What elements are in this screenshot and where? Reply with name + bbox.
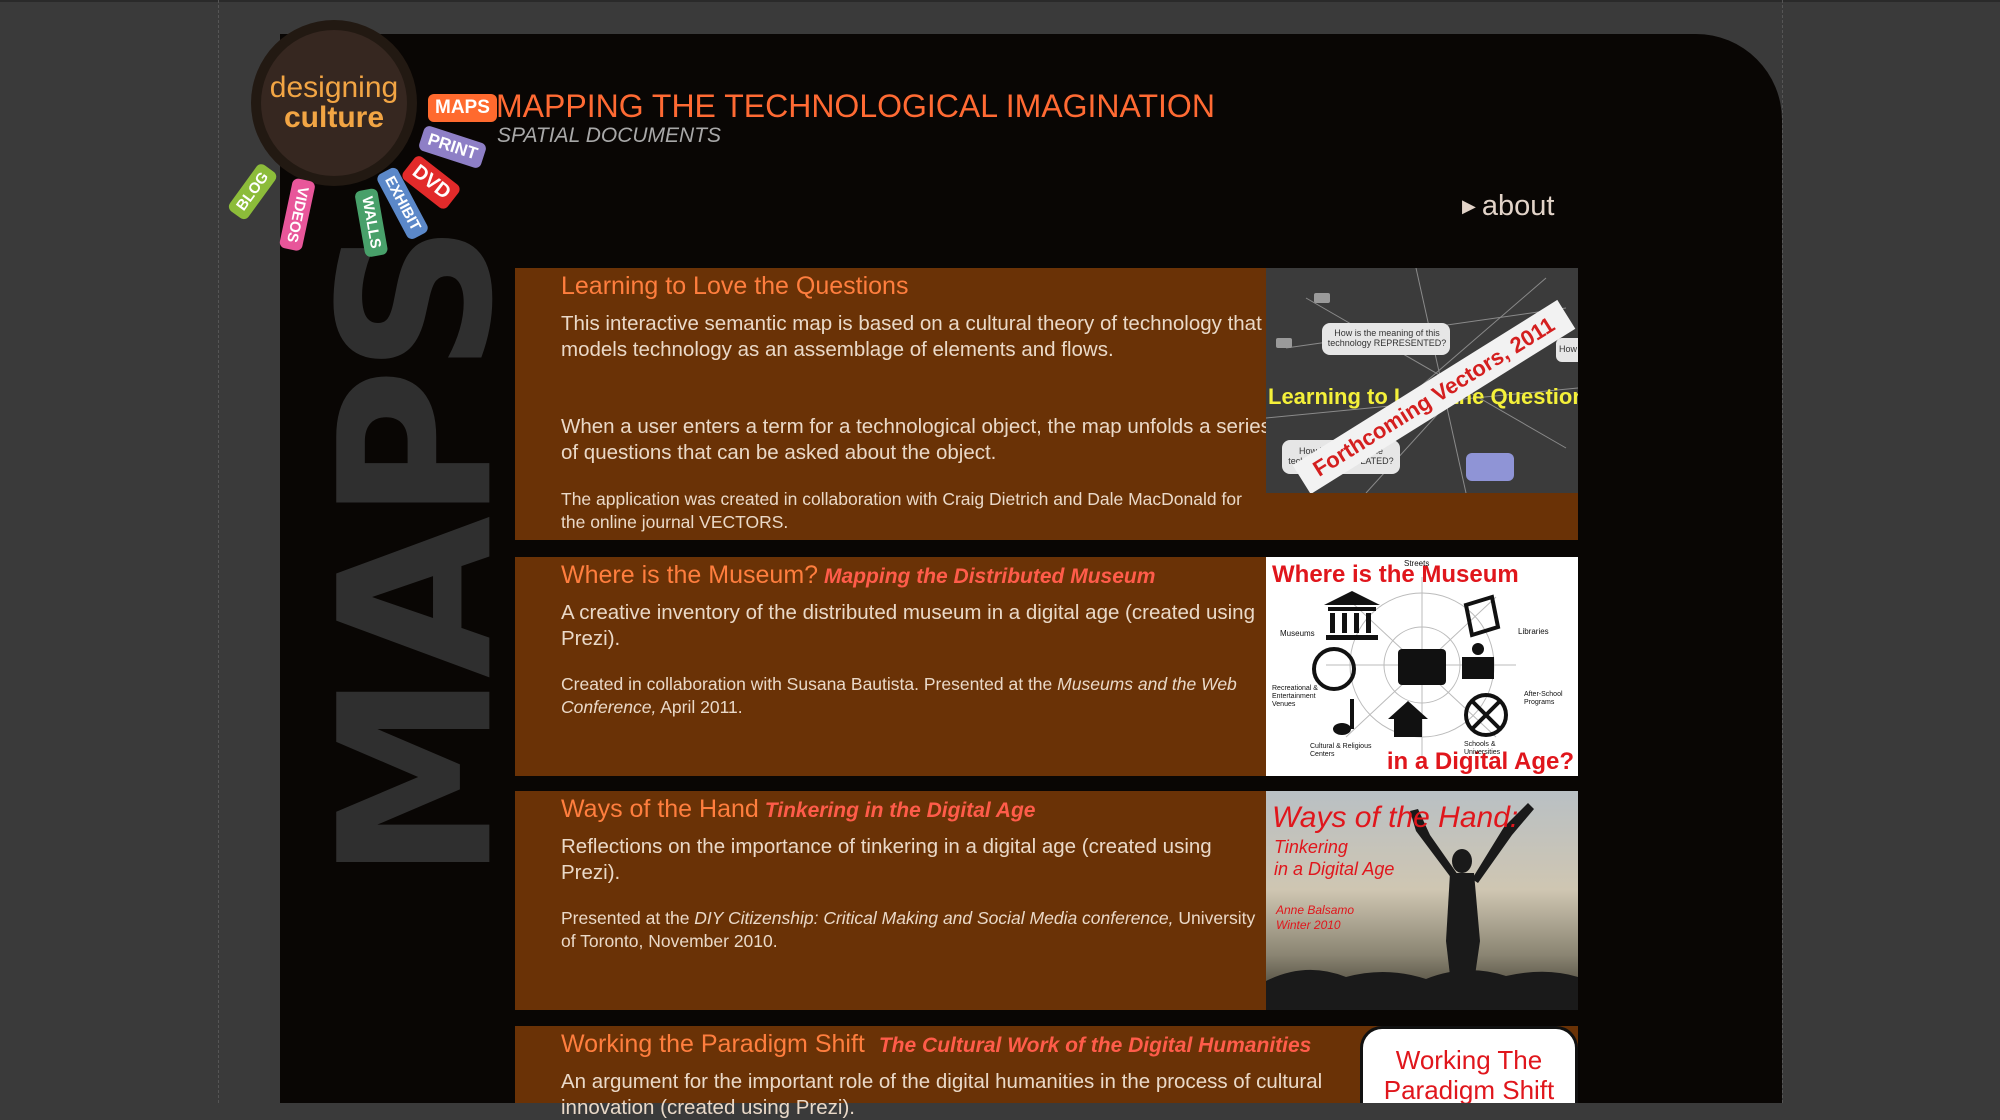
site-logo[interactable]: designing culture: [251, 20, 417, 186]
logo-inner: designing culture: [261, 30, 407, 176]
window-top-edge: [0, 0, 2000, 2]
thumb-bubble-text: How: [1559, 344, 1578, 354]
card-subtitle: The Cultural Work of the Digital Humanit…: [878, 1034, 1312, 1057]
map-card-paradigm-shift[interactable]: Working the Paradigm Shift The Cultural W…: [515, 1026, 1578, 1119]
map-card-learning[interactable]: Learning to Love the Questions This inte…: [515, 268, 1578, 540]
thumb-label: Recreational & Entertainment Venues: [1272, 685, 1318, 708]
thumb-label: Cultural & Religious Centers: [1310, 743, 1372, 758]
thumb-label: Libraries: [1518, 627, 1549, 636]
card-thumbnail[interactable]: How is the meaning of this technology RE…: [1266, 268, 1578, 493]
card-credits: The application was created in collabora…: [561, 489, 1242, 532]
card-credits: Presented at the DIY Citizenship: Critic…: [561, 908, 1256, 951]
thumb-label: Schools & Universities: [1464, 741, 1501, 756]
page-guide-left: [218, 0, 219, 1103]
page-title: MAPPING THE TECHNOLOGICAL IMAGINATION: [496, 88, 1215, 124]
thumb-subtitle: in a Digital Age: [1274, 859, 1395, 879]
triangle-right-icon: ▶: [1462, 196, 1476, 216]
map-card-ways-of-the-hand[interactable]: Ways of the Hand Tinkering in the Digital…: [515, 791, 1578, 1010]
thumb-author: Anne Balsamo: [1276, 903, 1355, 917]
card-thumbnail[interactable]: Ways of the Hand: Tinkering in a Digital…: [1266, 791, 1578, 1010]
card-thumbnail[interactable]: Where is the Museum in a Digital Age? St…: [1266, 557, 1578, 776]
card-subtitle: Mapping the Distributed Museum: [824, 565, 1156, 588]
section-side-label: MAPS: [294, 228, 539, 882]
about-link-label: about: [1481, 190, 1555, 222]
thumb-label: Museums: [1280, 629, 1315, 638]
page-guide-right: [1782, 0, 1783, 1103]
thumb-subtitle: Tinkering: [1274, 837, 1348, 857]
card-subtitle: Tinkering in the Digital Age: [764, 799, 1036, 822]
map-card-museum[interactable]: Where is the Museum? Mapping the Distribu…: [515, 557, 1578, 776]
thumb-label: Streets: [1404, 559, 1430, 568]
logo-line-designing: designing: [269, 71, 399, 104]
thumb-label: After-School Programs: [1524, 691, 1563, 706]
card-title[interactable]: Where is the Museum? Mapping the Distribu…: [561, 561, 1155, 590]
thumb-bubble-text: How is the meaning of this technology RE…: [1327, 328, 1447, 348]
thumb-title-top: Where is the Museum: [1272, 561, 1519, 588]
card-title[interactable]: Working the Paradigm Shift The Cultural W…: [561, 1030, 1311, 1059]
page-subtitle: SPATIAL DOCUMENTS: [497, 124, 722, 147]
card-title[interactable]: Ways of the Hand Tinkering in the Digital…: [561, 795, 1035, 824]
card-title[interactable]: Learning to Love the Questions: [561, 272, 908, 301]
thumb-title-line: Paradigm Shift: [1383, 1075, 1555, 1103]
card-description: This interactive semantic map is based o…: [561, 312, 1262, 361]
nav-tag-maps[interactable]: MAPS: [428, 94, 497, 122]
about-link[interactable]: ▶ about: [1462, 190, 1554, 223]
thumb-title: Ways of the Hand:: [1272, 801, 1519, 834]
card-description: An argument for the important role of th…: [561, 1070, 1323, 1119]
card-description: A creative inventory of the distributed …: [561, 601, 1255, 650]
thumb-date: Winter 2010: [1276, 918, 1341, 932]
card-description: When a user enters a term for a technolo…: [561, 415, 1271, 464]
logo-line-culture: culture: [283, 101, 385, 134]
thumb-title-line: Working The: [1395, 1045, 1543, 1075]
card-description: Reflections on the importance of tinkeri…: [561, 835, 1212, 884]
card-credits: Created in collaboration with Susana Bau…: [561, 674, 1237, 717]
card-thumbnail[interactable]: Working The Paradigm Shift: [1360, 1026, 1578, 1103]
nav-tag-blog[interactable]: BLOG: [226, 161, 279, 222]
